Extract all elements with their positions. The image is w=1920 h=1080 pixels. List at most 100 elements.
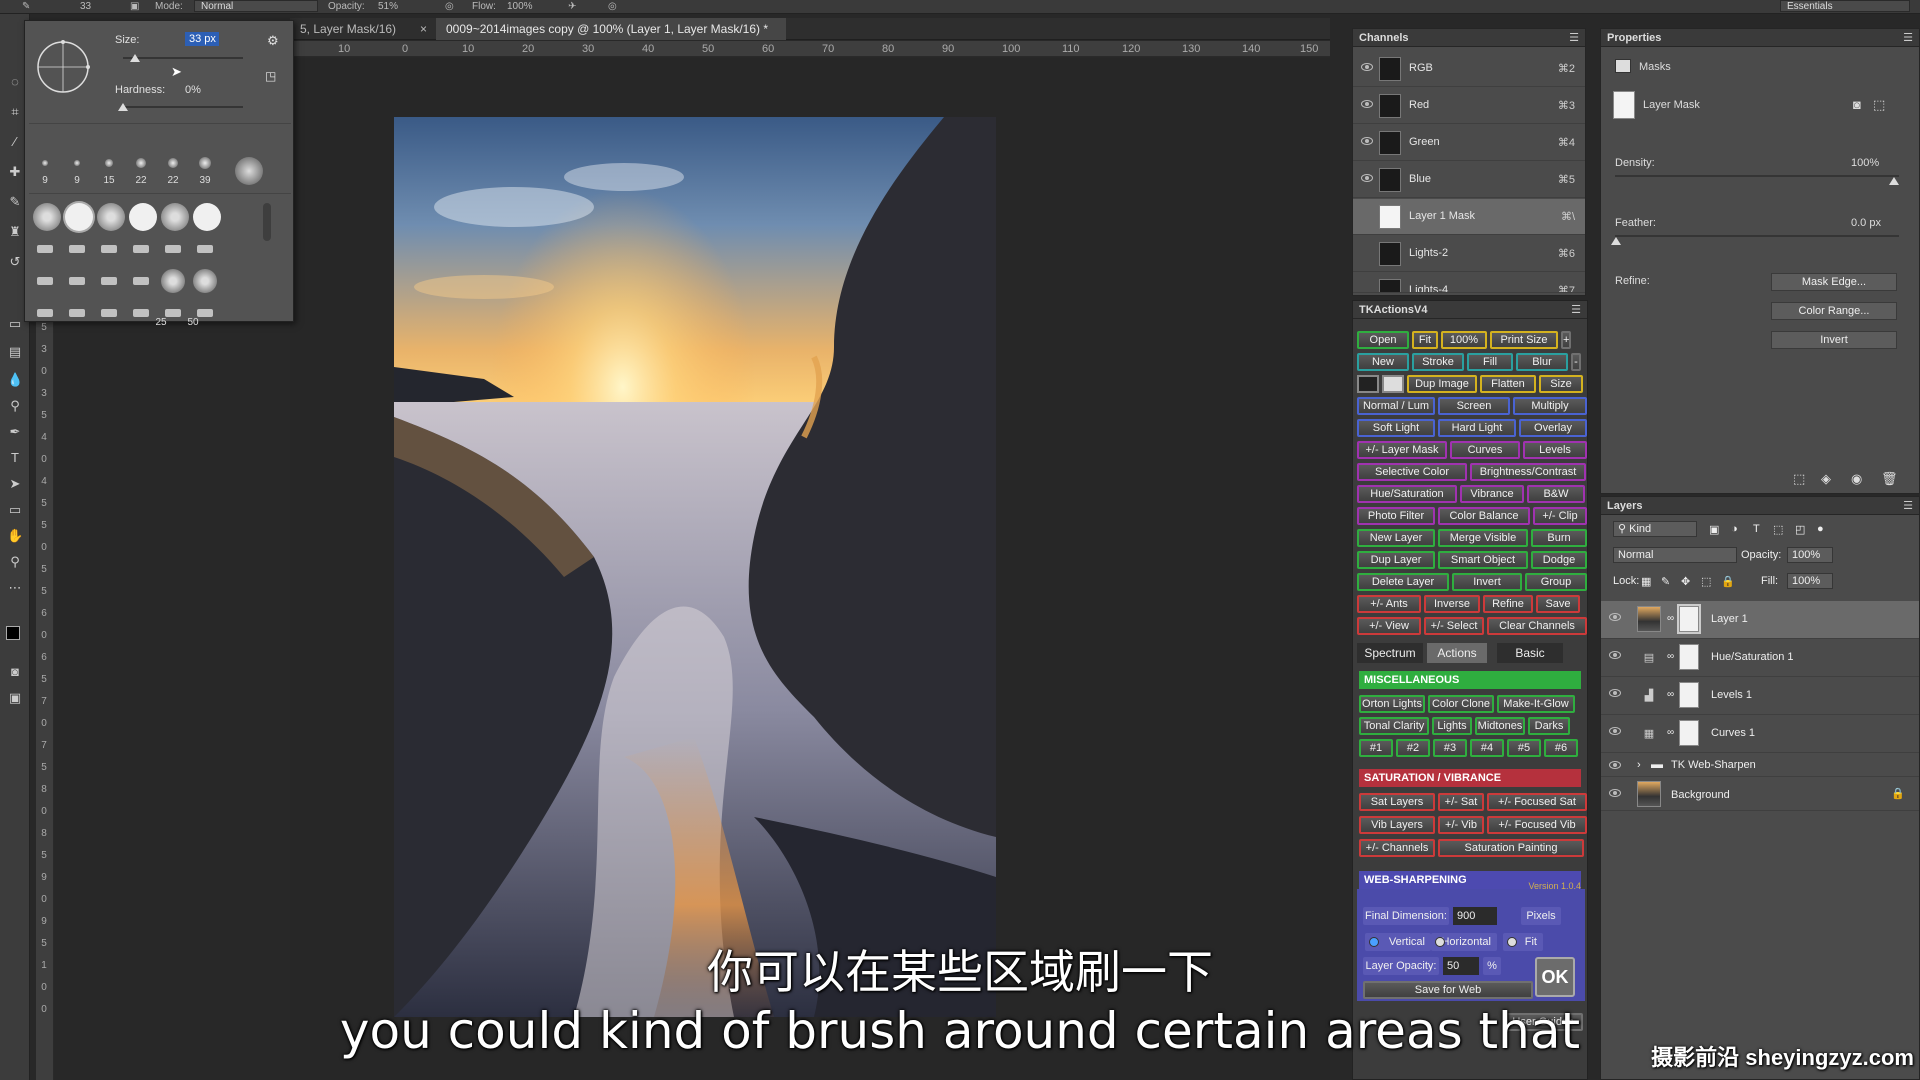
tk-button[interactable]: Fill xyxy=(1467,353,1513,371)
hardness-value[interactable]: 0% xyxy=(185,84,201,96)
tk-button[interactable]: Dup Image xyxy=(1407,375,1477,393)
eye-icon[interactable] xyxy=(1609,689,1621,697)
tk-button[interactable]: Hard Light xyxy=(1438,419,1516,437)
expand-arrow-icon[interactable]: › xyxy=(1637,759,1641,771)
quick-mask-icon[interactable]: ◙ xyxy=(7,664,23,680)
tk-button[interactable]: Orton Lights xyxy=(1359,695,1425,713)
brush-preset[interactable] xyxy=(69,245,85,253)
layer-filter-dropdown[interactable]: ⚲ Kind xyxy=(1613,521,1697,537)
tk-button[interactable]: Print Size xyxy=(1490,331,1558,349)
pressure-size-icon[interactable]: ◎ xyxy=(608,1,617,12)
layer-row[interactable]: ∞ Layer 1 xyxy=(1601,601,1919,639)
color-range-button[interactable]: Color Range... xyxy=(1771,302,1897,320)
eye-icon[interactable] xyxy=(1609,727,1621,735)
lock-artboard-icon[interactable]: ⬚ xyxy=(1701,575,1711,588)
final-dimension-input[interactable]: 900 xyxy=(1453,907,1497,925)
tk-button[interactable]: Screen xyxy=(1438,397,1510,415)
tk-button[interactable]: Save xyxy=(1536,595,1580,613)
pressure-opacity-icon[interactable]: ◎ xyxy=(445,1,454,12)
brush-preset[interactable] xyxy=(42,160,48,166)
zoom-tool-icon[interactable]: ⚲ xyxy=(7,554,23,570)
brush-preset[interactable] xyxy=(69,309,85,317)
tk-button[interactable]: + xyxy=(1561,331,1571,349)
eyedropper-tool-icon[interactable]: ⁄ xyxy=(7,134,23,150)
tk-button[interactable]: +/- Select xyxy=(1424,617,1484,635)
tk-button[interactable]: Inverse xyxy=(1424,595,1480,613)
eye-icon[interactable] xyxy=(1609,613,1621,621)
brush-preset[interactable] xyxy=(33,203,61,231)
brush-preset[interactable] xyxy=(37,277,53,285)
pen-tool-icon[interactable]: ✒ xyxy=(7,424,23,440)
link-icon[interactable]: ∞ xyxy=(1667,613,1674,624)
brush-tool-icon[interactable]: ✎ xyxy=(22,1,30,12)
tk-button[interactable]: Dup Layer xyxy=(1357,551,1435,569)
tk-button[interactable]: Open xyxy=(1357,331,1409,349)
eye-icon[interactable] xyxy=(1609,651,1621,659)
brush-preset[interactable] xyxy=(133,277,149,285)
gradient-tool-icon[interactable]: ▤ xyxy=(7,344,23,360)
swatch-icon[interactable] xyxy=(1357,375,1379,393)
tk-button[interactable]: Tonal Clarity xyxy=(1359,717,1429,735)
type-tool-icon[interactable]: T xyxy=(7,450,23,466)
flow-value[interactable]: 100% xyxy=(507,1,533,12)
hardness-slider-thumb[interactable] xyxy=(118,103,128,111)
density-slider-thumb[interactable] xyxy=(1889,177,1899,185)
layer-row[interactable]: ▤ ∞ Hue/Saturation 1 xyxy=(1601,639,1919,677)
feather-slider-thumb[interactable] xyxy=(1611,237,1621,245)
gear-icon[interactable]: ⚙ xyxy=(267,33,279,49)
layer-row[interactable]: Background 🔒 xyxy=(1601,777,1919,811)
filter-smart-icon[interactable]: ◰ xyxy=(1795,523,1805,536)
size-slider-thumb[interactable] xyxy=(130,54,140,62)
brush-size-value[interactable]: 33 xyxy=(80,1,91,12)
brush-preset[interactable] xyxy=(136,158,146,168)
trash-icon[interactable]: 🗑 xyxy=(1881,471,1898,487)
brush-preset[interactable] xyxy=(165,309,181,317)
tk-button[interactable]: #5 xyxy=(1507,739,1541,757)
filter-type-icon[interactable]: T xyxy=(1753,523,1760,535)
tk-button[interactable]: Normal / Lum xyxy=(1357,397,1435,415)
brush-preset[interactable] xyxy=(197,245,213,253)
healing-tool-icon[interactable]: ✚ xyxy=(7,164,23,180)
brush-preset[interactable] xyxy=(193,269,217,293)
lock-transparency-icon[interactable]: ▦ xyxy=(1641,575,1651,588)
tk-button[interactable]: Smart Object xyxy=(1438,551,1528,569)
brush-preset[interactable] xyxy=(129,203,157,231)
tk-button[interactable]: Group xyxy=(1525,573,1587,591)
brush-preset[interactable] xyxy=(197,309,213,317)
tk-button[interactable]: Multiply xyxy=(1513,397,1587,415)
tk-button[interactable]: +/- Vib xyxy=(1438,816,1484,834)
tk-button[interactable]: Color Balance xyxy=(1438,507,1530,525)
fill-input[interactable]: 100% xyxy=(1787,573,1833,589)
brush-preset[interactable] xyxy=(65,203,93,231)
tk-button[interactable]: #1 xyxy=(1359,739,1393,757)
tk-subtab[interactable]: Spectrum xyxy=(1357,643,1423,663)
brush-preset[interactable] xyxy=(133,309,149,317)
tk-button[interactable]: Vibrance xyxy=(1460,485,1524,503)
stamp-tool-icon[interactable]: ♜ xyxy=(7,224,23,240)
eraser-tool-icon[interactable]: ▭ xyxy=(7,316,23,332)
eye-icon[interactable] xyxy=(1361,100,1373,108)
screen-mode-icon[interactable]: ▣ xyxy=(7,690,23,706)
airbrush-icon[interactable]: ✈ xyxy=(568,1,576,12)
brush-preset[interactable] xyxy=(193,203,221,231)
tk-button[interactable]: New xyxy=(1357,353,1409,371)
canvas-photo[interactable] xyxy=(394,117,996,1017)
pixel-mask-icon[interactable]: ◙ xyxy=(1853,97,1861,112)
eye-icon[interactable] xyxy=(1361,63,1373,71)
layer-row[interactable]: ▦ ∞ Curves 1 xyxy=(1601,715,1919,753)
brush-tool-icon-left[interactable]: ✎ xyxy=(7,194,23,210)
feather-value[interactable]: 0.0 px xyxy=(1851,217,1881,229)
shape-tool-icon[interactable]: ▭ xyxy=(7,502,23,518)
brush-preset[interactable] xyxy=(101,245,117,253)
brush-preset[interactable] xyxy=(168,158,178,168)
mask-thumbnail[interactable] xyxy=(1679,682,1699,708)
filter-shape-icon[interactable]: ⬚ xyxy=(1773,523,1783,536)
tk-button[interactable]: +/- Focused Sat xyxy=(1487,793,1587,811)
hand-tool-icon[interactable]: ✋ xyxy=(7,528,23,544)
tk-button[interactable]: B&W xyxy=(1527,485,1585,503)
layer-row[interactable]: ▟ ∞ Levels 1 xyxy=(1601,677,1919,715)
tk-button[interactable]: +/- Channels xyxy=(1359,839,1435,857)
tk-button[interactable]: Vib Layers xyxy=(1359,816,1435,834)
eye-icon[interactable] xyxy=(1361,137,1373,145)
tk-button[interactable]: +/- Ants xyxy=(1357,595,1421,613)
